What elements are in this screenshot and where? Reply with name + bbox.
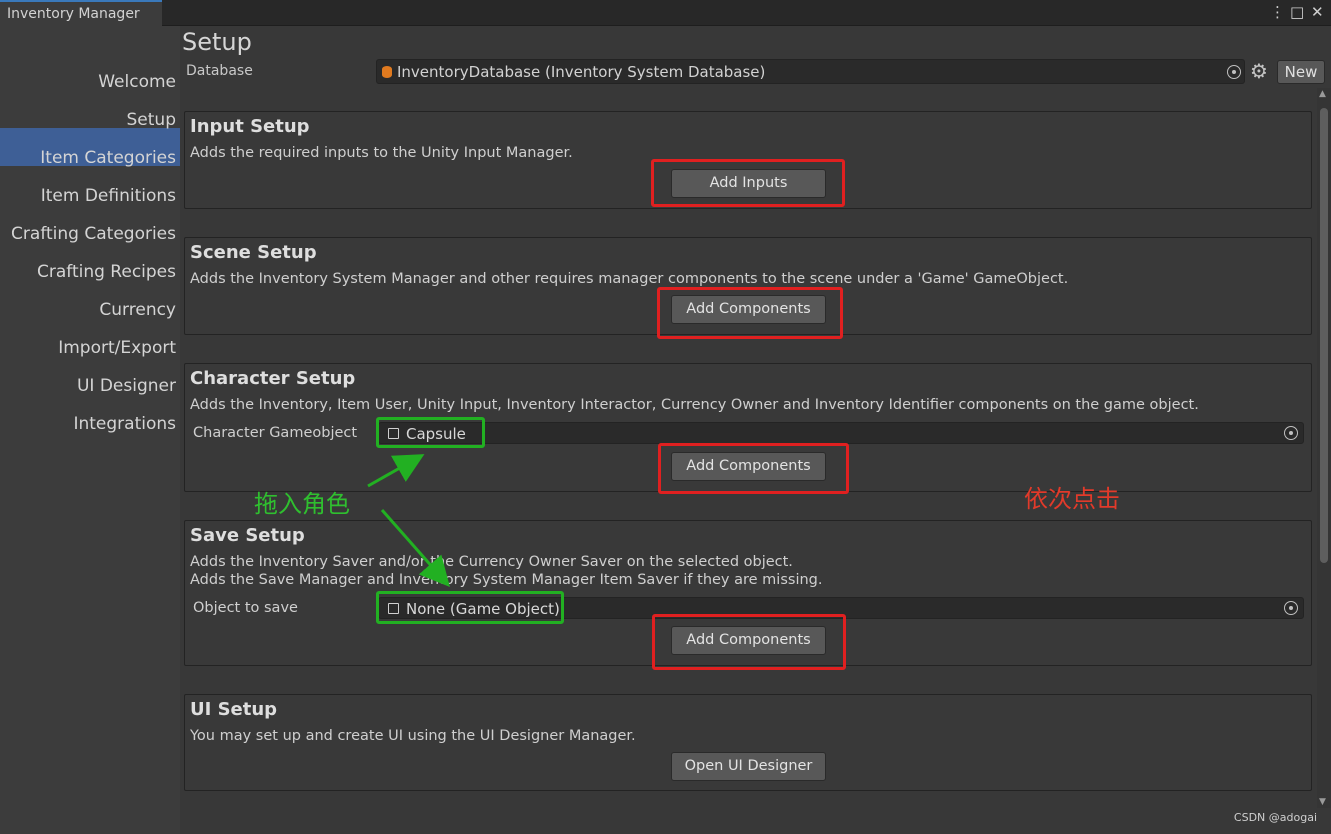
annotation-drag-in-text: 拖入角色 (254, 490, 350, 518)
annotation-click-in-order-text: 依次点击 (1024, 485, 1120, 513)
annotation-arrow-to-capsule (367, 454, 425, 488)
watermark: CSDN @adogai (1233, 811, 1317, 824)
annotation-arrows (367, 454, 450, 587)
annotation-arrow-to-object-to-save (380, 509, 450, 587)
